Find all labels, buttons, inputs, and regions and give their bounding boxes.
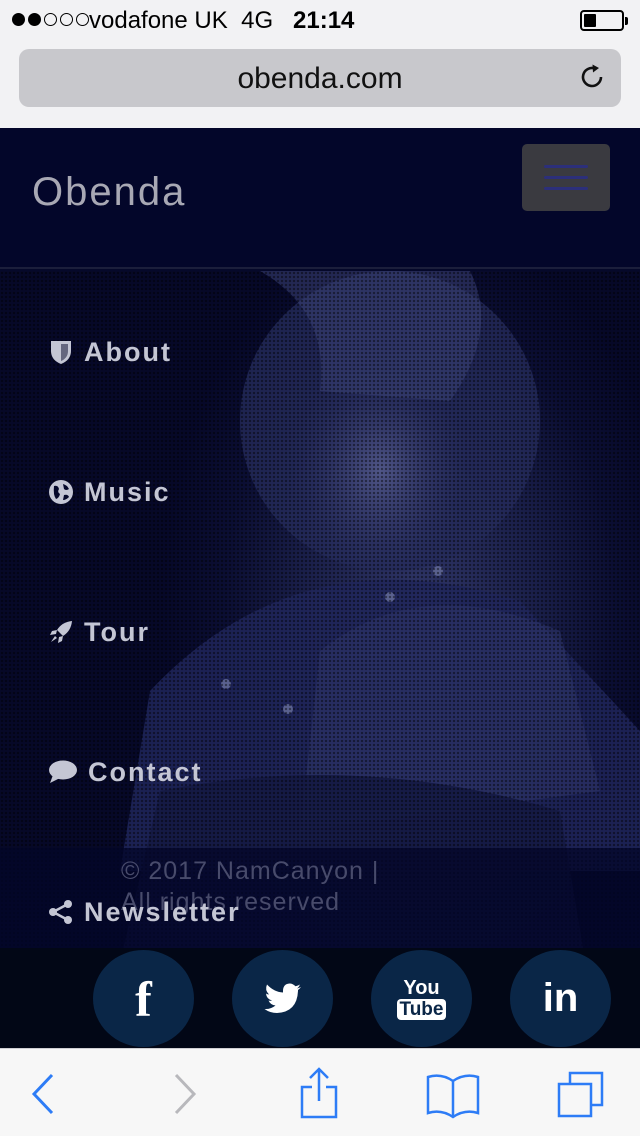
youtube-icon: You Tube [396,978,447,1020]
nav-link-about[interactable]: About [48,332,172,372]
brand-logo[interactable]: Obenda [32,170,186,215]
globe-icon [49,480,73,504]
twitter-icon [264,983,301,1013]
hamburger-icon [544,165,588,168]
reload-icon[interactable] [577,62,607,92]
url-text[interactable]: obenda.com [19,62,621,96]
facebook-button[interactable]: f [93,950,194,1047]
address-bar[interactable]: obenda.com [19,49,621,107]
nav-link-contact[interactable]: Contact [48,752,203,792]
facebook-icon: f [135,970,152,1027]
nav-link-tour[interactable]: Tour [48,612,150,652]
twitter-button[interactable] [232,950,333,1047]
browser-toolbar [0,1048,640,1136]
site-header: Obenda [0,128,640,269]
tabs-icon[interactable] [556,1067,606,1121]
social-bar: f You Tube in [0,948,640,1048]
share-icon[interactable] [294,1067,344,1121]
back-icon[interactable] [20,1067,70,1121]
shield-icon [51,341,71,364]
forward-icon[interactable] [158,1067,208,1121]
carrier-name: vodafone UK 4G [89,7,274,34]
browser-url-area: obenda.com [0,40,640,128]
signal-strength-icon [12,13,89,26]
network-type: 4G [241,7,274,34]
battery-icon [580,10,628,31]
youtube-button[interactable]: You Tube [371,950,472,1047]
nav-link-newsletter[interactable]: Newsletter [48,892,241,932]
share-icon [49,900,72,924]
linkedin-button[interactable]: in [510,950,611,1047]
linkedin-icon: in [542,976,579,1020]
bookmarks-icon[interactable] [425,1067,481,1121]
clock: 21:14 [293,7,355,34]
speech-bubble-icon [49,760,77,783]
status-bar: vodafone UK 4G 21:14 [0,0,640,40]
menu-toggle-button[interactable] [522,144,610,211]
nav-link-music[interactable]: Music [48,472,171,512]
rocket-icon [50,621,72,643]
